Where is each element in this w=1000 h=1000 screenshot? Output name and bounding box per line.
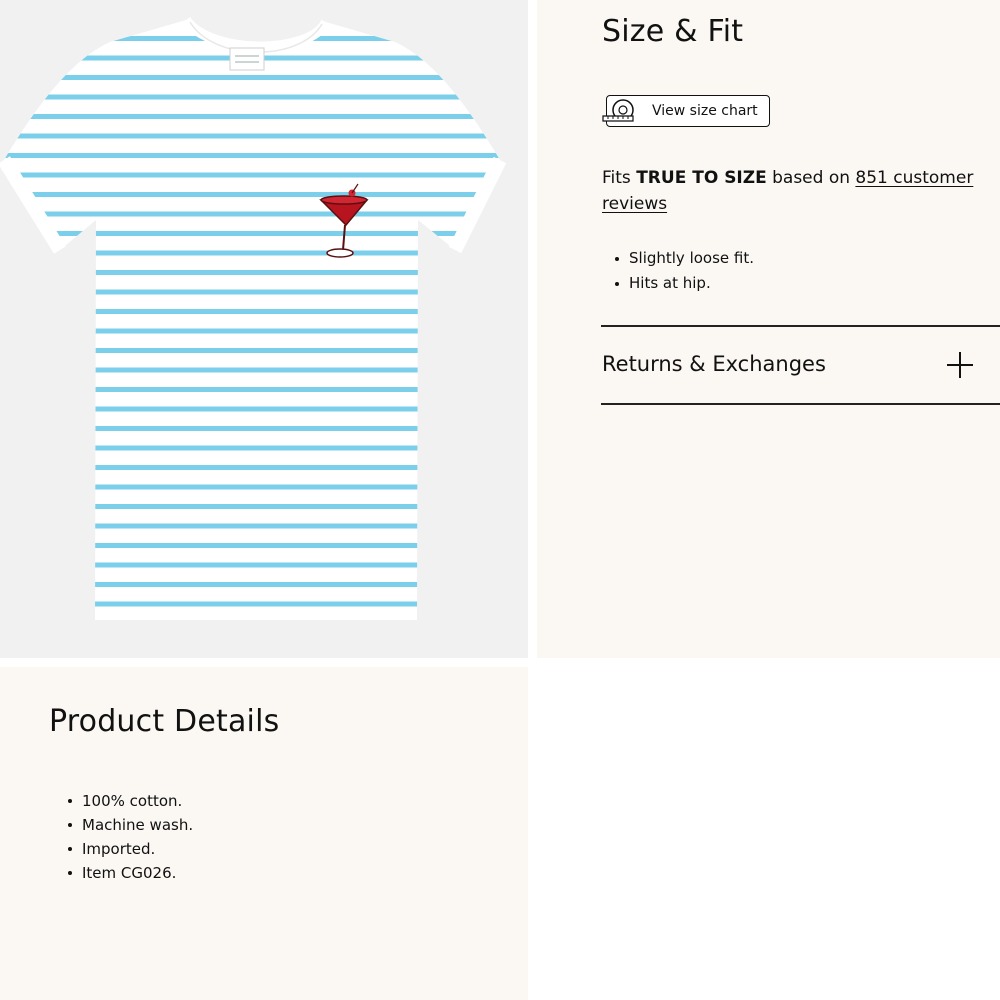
divider xyxy=(601,403,1000,405)
striped-tshirt-image xyxy=(0,16,507,620)
product-details-panel: Product Details 100% cotton. Machine was… xyxy=(0,667,528,1000)
product-details-title: Product Details xyxy=(49,704,280,739)
plus-icon[interactable] xyxy=(947,352,973,378)
product-image xyxy=(0,0,528,658)
list-item: Slightly loose fit. xyxy=(609,246,754,271)
size-fit-title: Size & Fit xyxy=(602,14,744,49)
fit-summary: Fits TRUE TO SIZE based on 851 customer … xyxy=(602,165,982,217)
fit-true-to-size: TRUE TO SIZE xyxy=(636,168,767,188)
size-fit-panel: Size & Fit View size chart Fits TRUE TO … xyxy=(537,0,1000,658)
view-size-chart-label: View size chart xyxy=(652,103,758,119)
fit-prefix: Fits xyxy=(602,168,637,188)
list-item: 100% cotton. xyxy=(62,789,193,813)
product-details-list: 100% cotton. Machine wash. Imported. Ite… xyxy=(62,789,193,885)
measuring-tape-icon xyxy=(602,99,634,122)
list-item: Hits at hip. xyxy=(609,271,754,296)
view-size-chart-button[interactable]: View size chart xyxy=(602,95,770,127)
fit-notes-list: Slightly loose fit. Hits at hip. xyxy=(609,246,754,296)
list-item: Imported. xyxy=(62,837,193,861)
returns-exchanges-label: Returns & Exchanges xyxy=(602,352,826,376)
list-item: Machine wash. xyxy=(62,813,193,837)
returns-exchanges-accordion[interactable]: Returns & Exchanges xyxy=(601,327,1000,403)
list-item: Item CG026. xyxy=(62,861,193,885)
fit-based-on: based on xyxy=(766,168,856,188)
